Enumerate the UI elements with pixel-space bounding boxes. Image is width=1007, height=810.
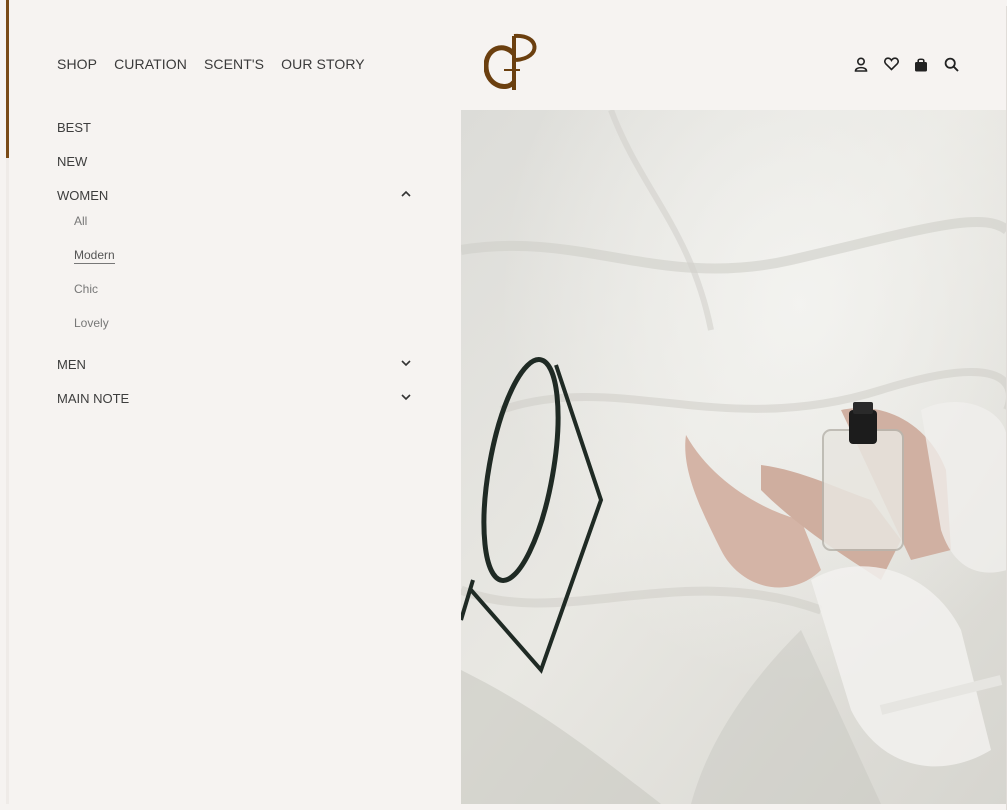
- nav-scents[interactable]: SCENT'S: [204, 56, 264, 72]
- page: SHOP CURATION SCENT'S OUR STORY BEST NEW…: [11, 6, 1007, 810]
- nav-curation[interactable]: CURATION: [114, 56, 187, 72]
- nav-our-story[interactable]: OUR STORY: [281, 56, 365, 72]
- nav-shop[interactable]: SHOP: [57, 56, 97, 72]
- chevron-down-icon[interactable]: [399, 390, 413, 404]
- menu-item-best[interactable]: BEST: [57, 120, 91, 135]
- user-icon[interactable]: [853, 56, 869, 72]
- chevron-up-icon[interactable]: [399, 187, 413, 201]
- top-navigation: SHOP CURATION SCENT'S OUR STORY: [57, 56, 365, 72]
- menu-item-women[interactable]: WOMEN: [57, 188, 108, 203]
- brand-logo[interactable]: [484, 28, 542, 94]
- submenu-item-lovely[interactable]: Lovely: [74, 316, 109, 330]
- submenu-item-chic[interactable]: Chic: [74, 282, 98, 296]
- shopping-bag-icon[interactable]: [913, 56, 929, 72]
- scroll-accent-bar: [6, 0, 9, 158]
- search-icon[interactable]: [943, 56, 959, 72]
- header-icons: [853, 56, 959, 72]
- menu-item-men[interactable]: MEN: [57, 357, 86, 372]
- chevron-down-icon[interactable]: [399, 356, 413, 370]
- submenu-item-modern[interactable]: Modern: [74, 248, 115, 264]
- hero-photo: [461, 110, 1007, 804]
- submenu-item-all[interactable]: All: [74, 214, 87, 228]
- menu-item-new[interactable]: NEW: [57, 154, 87, 169]
- heart-icon[interactable]: [883, 56, 899, 72]
- menu-item-main-note[interactable]: MAIN NOTE: [57, 391, 129, 406]
